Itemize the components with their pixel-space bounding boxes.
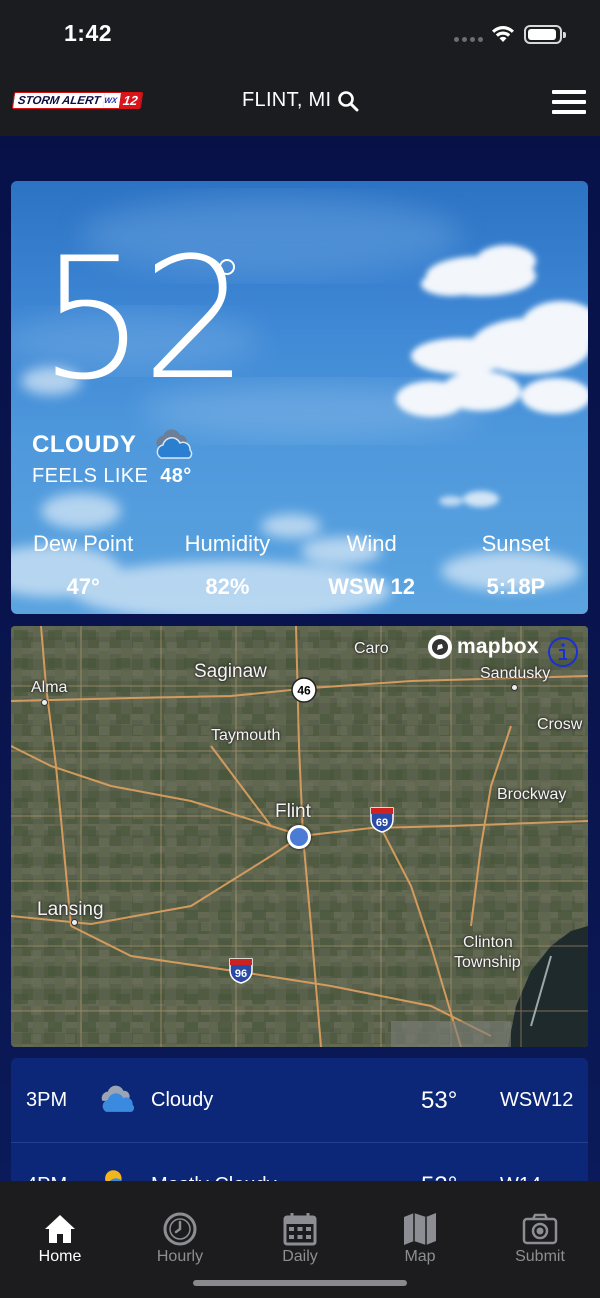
logo-text: STORM ALERT	[12, 93, 106, 108]
feels-like-label: FEELS LIKE	[32, 465, 149, 487]
cellular-signal-icon	[454, 37, 483, 42]
stat-dew-point: Dew Point 47°	[11, 531, 155, 600]
info-icon[interactable]	[547, 636, 579, 668]
map-city-label: Alma	[31, 679, 68, 696]
hourly-row[interactable]: 3PM Cloudy 53° WSW12	[11, 1058, 588, 1143]
map-city-label: Township	[454, 954, 521, 971]
map-city-label: Caro	[354, 640, 389, 657]
storm-alert-logo[interactable]: STORM ALERT WX 12	[11, 92, 143, 109]
stat-value: 5:18P	[486, 574, 546, 599]
map-city-dot	[511, 684, 518, 691]
stat-label: Wind	[346, 531, 397, 556]
map-city-label: Flint	[275, 801, 311, 822]
shield-number: 69	[376, 817, 388, 829]
map-city-label: Sandusky	[480, 665, 551, 682]
stat-value: WSW 12	[328, 574, 416, 599]
interstate-shield-69: 69	[370, 807, 394, 833]
stat-label: Humidity	[184, 531, 271, 556]
stat-sunset: Sunset 5:18P	[444, 531, 588, 600]
route-shield-46: 46	[291, 677, 317, 703]
hourly-forecast-list: 3PM Cloudy 53° WSW12 4PM Mostly Cloudy 5…	[11, 1058, 588, 1198]
logo-number: 12	[119, 93, 142, 108]
stat-value: 82%	[205, 574, 250, 599]
tab-label: Daily	[282, 1248, 318, 1265]
hour-condition: Cloudy	[151, 1089, 214, 1111]
stat-label: Sunset	[481, 531, 551, 556]
current-conditions-card: 52 CLOUDY FEELS LIKE 48° Dew Point 47° H…	[11, 181, 588, 614]
status-time: 1:42	[64, 20, 113, 46]
search-icon	[338, 90, 359, 111]
cloudy-icon	[101, 1085, 135, 1112]
feels-like-value: 48°	[160, 465, 192, 487]
location-search[interactable]: FLINT, MI	[242, 89, 359, 112]
hamburger-menu-icon[interactable]	[552, 90, 586, 114]
map-icon	[404, 1213, 436, 1245]
map-city-dot	[41, 699, 48, 706]
conditions-stats: Dew Point 47° Humidity 82% Wind WSW 12 S…	[11, 531, 588, 600]
shield-number: 96	[235, 968, 247, 980]
tab-label: Hourly	[156, 1248, 204, 1265]
map-city-label: Saginaw	[194, 661, 267, 682]
stat-humidity: Humidity 82%	[155, 531, 299, 600]
hour-time: 3PM	[26, 1089, 68, 1111]
cloudy-icon	[156, 429, 193, 459]
map-city-label: Crosw	[537, 716, 583, 733]
tab-submit[interactable]: Submit	[480, 1181, 600, 1298]
feels-like: FEELS LIKE 48°	[32, 465, 192, 488]
map-city-label: Taymouth	[211, 727, 281, 744]
location-label: FLINT, MI	[242, 89, 332, 111]
home-icon	[45, 1215, 75, 1243]
mapbox-label: mapbox	[457, 635, 539, 658]
radar-map[interactable]: mapbox Caro Saginaw Alma Sandusky Taymou…	[11, 626, 588, 1047]
calendar-icon	[283, 1213, 317, 1246]
stat-value: 47°	[66, 574, 100, 599]
clock-icon	[163, 1212, 197, 1246]
shield-number: 46	[297, 684, 311, 698]
status-bar: 1:42	[0, 0, 600, 70]
current-condition: CLOUDY	[32, 431, 137, 458]
camera-icon	[522, 1213, 558, 1245]
tab-label: Home	[38, 1248, 82, 1265]
wifi-icon	[492, 26, 514, 42]
user-location-marker	[287, 825, 311, 849]
map-city-dot	[71, 919, 78, 926]
home-indicator[interactable]	[193, 1280, 407, 1286]
current-temperature: 52	[39, 221, 249, 417]
stat-wind: Wind WSW 12	[300, 531, 444, 600]
tab-label: Submit	[515, 1248, 565, 1265]
map-city-label: Lansing	[37, 899, 104, 920]
stat-label: Dew Point	[32, 531, 134, 556]
hour-temperature: 53°	[421, 1087, 458, 1114]
interstate-shield-96: 96	[229, 958, 253, 984]
mapbox-logo-icon	[428, 635, 452, 659]
battery-icon	[524, 25, 566, 44]
degree-symbol	[219, 259, 235, 275]
tab-home[interactable]: Home	[0, 1181, 120, 1298]
hour-wind: WSW12	[500, 1089, 574, 1111]
app-header: STORM ALERT WX 12 FLINT, MI	[0, 70, 600, 136]
tab-label: Map	[404, 1248, 436, 1265]
map-city-label: Clinton	[463, 934, 513, 951]
mapbox-attribution[interactable]: mapbox	[427, 634, 539, 660]
map-city-label: Brockway	[497, 786, 567, 803]
app-screen: 1:42 STORM ALERT WX 12 FLINT, MI 52 CLOU…	[0, 0, 600, 1298]
